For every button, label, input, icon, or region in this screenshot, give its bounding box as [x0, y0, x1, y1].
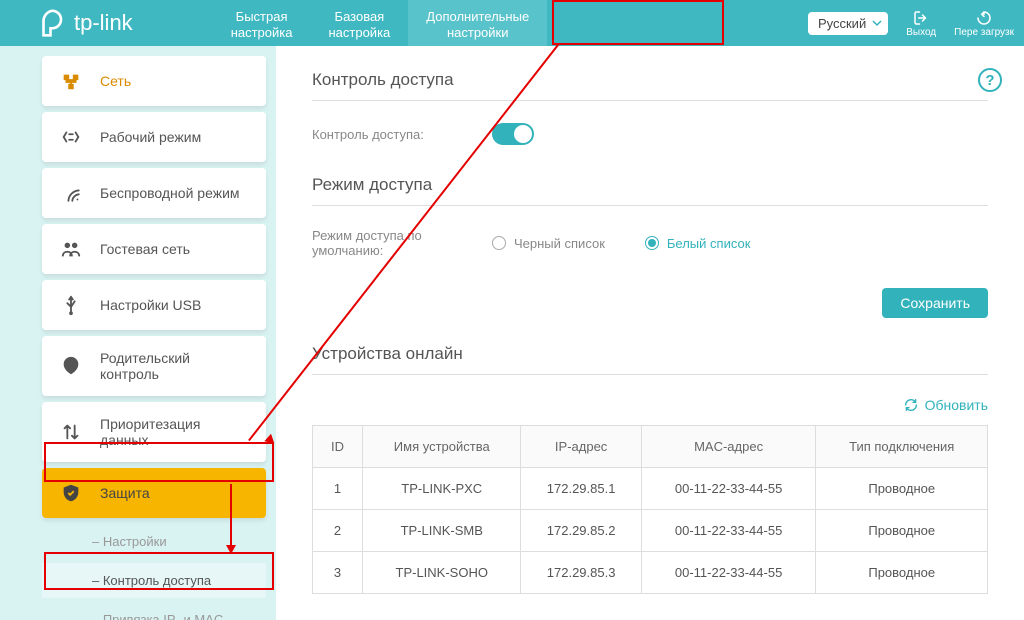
sidebar-item-label: Приоритезация данных [100, 416, 248, 448]
save-button[interactable]: Сохранить [882, 288, 988, 318]
refresh-button[interactable]: Обновить [903, 397, 988, 413]
brand-logo: tp-link [40, 9, 133, 37]
col-ip: IP-адрес [521, 426, 641, 468]
table-header-row: ID Имя устройства IP-адрес MAC-адрес Тип… [313, 426, 988, 468]
tplink-logo-icon [40, 9, 68, 37]
brand-text: tp-link [74, 10, 133, 36]
divider [312, 205, 988, 206]
operation-mode-icon [60, 126, 82, 148]
sidebar-item-label: Беспроводной режим [100, 185, 240, 201]
logout-button[interactable]: Выход [906, 9, 936, 38]
table-row: 1 TP-LINK-PXC 172.29.85.1 00-11-22-33-44… [313, 468, 988, 510]
sidebar-item-network[interactable]: Сеть [42, 56, 266, 106]
table-row: 2 TP-LINK-SMB 172.29.85.2 00-11-22-33-44… [313, 510, 988, 552]
logout-icon [912, 9, 930, 27]
section-title-access-mode: Режим доступа [312, 175, 988, 195]
parental-control-icon [60, 355, 82, 377]
sidebar-sub-access-control[interactable]: – Контроль доступа [42, 563, 266, 598]
language-select[interactable]: Русский [808, 12, 888, 35]
row-access-mode: Режим доступа по умолчанию: Черный списо… [312, 228, 988, 258]
tab-quick-setup[interactable]: Быстрая настройка [213, 0, 311, 46]
col-mac: MAC-адрес [641, 426, 816, 468]
refresh-icon [903, 397, 919, 413]
radio-blacklist[interactable]: Черный список [492, 236, 605, 251]
col-id: ID [313, 426, 363, 468]
shield-icon [60, 482, 82, 504]
sidebar-sub-ip-mac-binding[interactable]: – Привязка IP- и MAC- [42, 602, 266, 620]
sidebar-sub-settings[interactable]: – Настройки [42, 524, 266, 559]
access-control-label: Контроль доступа: [312, 127, 492, 142]
access-control-toggle[interactable] [492, 123, 534, 145]
usb-icon [60, 294, 82, 316]
sidebar-item-security[interactable]: Защита [42, 468, 266, 518]
tab-basic-setup[interactable]: Базовая настройка [310, 0, 408, 46]
guest-network-icon [60, 238, 82, 260]
sidebar-item-label: Родительский контроль [100, 350, 248, 382]
section-title-access-control: Контроль доступа [312, 70, 988, 90]
sidebar-item-usb-settings[interactable]: Настройки USB [42, 280, 266, 330]
sidebar: Сеть Рабочий режим Беспроводной режим Го… [0, 46, 276, 620]
sidebar-item-qos[interactable]: Приоритезация данных [42, 402, 266, 462]
access-mode-label: Режим доступа по умолчанию: [312, 228, 492, 258]
section-title-online-devices: Устройства онлайн [312, 344, 988, 364]
radio-circle-icon [645, 236, 659, 250]
reboot-icon [975, 9, 993, 27]
tab-advanced-settings[interactable]: Дополнительные настройки [408, 0, 547, 46]
sidebar-item-wireless[interactable]: Беспроводной режим [42, 168, 266, 218]
help-button[interactable]: ? [978, 68, 1002, 92]
sidebar-item-label: Настройки USB [100, 297, 201, 313]
radio-circle-icon [492, 236, 506, 250]
col-device-name: Имя устройства [363, 426, 521, 468]
qos-icon [60, 421, 82, 443]
sidebar-item-parental-control[interactable]: Родительский контроль [42, 336, 266, 396]
col-connection-type: Тип подключения [816, 426, 988, 468]
sidebar-item-label: Гостевая сеть [100, 241, 190, 257]
row-access-control-toggle: Контроль доступа: [312, 123, 988, 145]
main-content: ? Контроль доступа Контроль доступа: Реж… [276, 46, 1024, 620]
table-row: 3 TP-LINK-SOHO 172.29.85.3 00-11-22-33-4… [313, 552, 988, 594]
top-nav-tabs: Быстрая настройка Базовая настройка Допо… [213, 0, 548, 46]
radio-whitelist[interactable]: Белый список [645, 236, 751, 251]
app-header: tp-link Быстрая настройка Базовая настро… [0, 0, 1024, 46]
sidebar-item-label: Сеть [100, 73, 131, 89]
network-icon [60, 70, 82, 92]
sidebar-item-label: Защита [100, 485, 150, 501]
online-devices-table: ID Имя устройства IP-адрес MAC-адрес Тип… [312, 425, 988, 594]
header-right-controls: Русский Выход Пере загрузк [808, 9, 1014, 38]
divider [312, 100, 988, 101]
sidebar-item-label: Рабочий режим [100, 129, 201, 145]
divider [312, 374, 988, 375]
wireless-icon [60, 182, 82, 204]
sidebar-item-guest-network[interactable]: Гостевая сеть [42, 224, 266, 274]
sidebar-item-operation-mode[interactable]: Рабочий режим [42, 112, 266, 162]
reboot-button[interactable]: Пере загрузк [954, 9, 1014, 38]
